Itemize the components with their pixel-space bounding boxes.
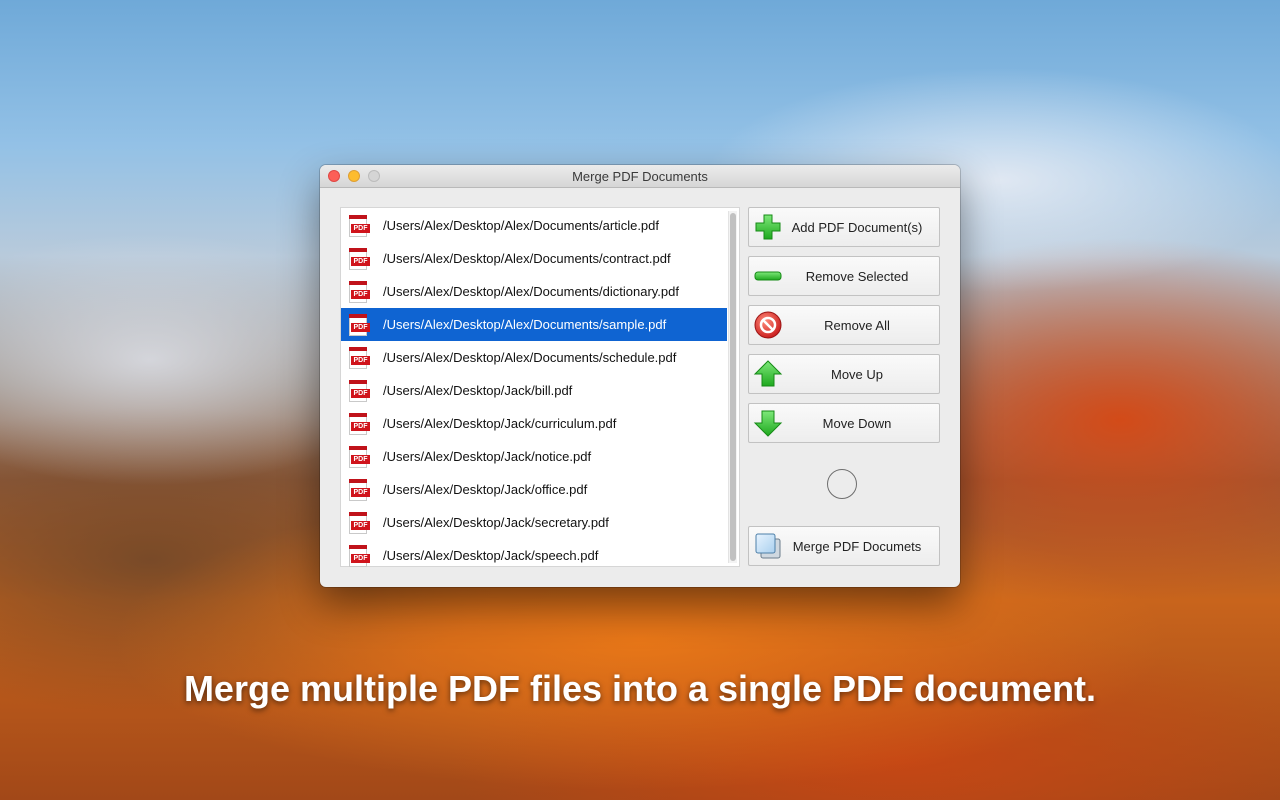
file-path-label: /Users/Alex/Desktop/Jack/speech.pdf: [383, 548, 599, 563]
promo-caption: Merge multiple PDF files into a single P…: [183, 668, 1097, 709]
file-list-row[interactable]: PDF/Users/Alex/Desktop/Jack/curriculum.p…: [341, 407, 727, 440]
file-path-label: /Users/Alex/Desktop/Jack/office.pdf: [383, 482, 588, 497]
file-list-row[interactable]: PDF/Users/Alex/Desktop/Jack/bill.pdf: [341, 374, 727, 407]
pdf-file-icon: PDF: [347, 214, 371, 238]
file-list-row[interactable]: PDF/Users/Alex/Desktop/Alex/Documents/ar…: [341, 209, 727, 242]
remove-selected-label: Remove Selected: [805, 268, 909, 284]
file-path-label: /Users/Alex/Desktop/Jack/curriculum.pdf: [383, 416, 617, 431]
file-list-row[interactable]: PDF/Users/Alex/Desktop/Alex/Documents/di…: [341, 275, 727, 308]
file-path-label: /Users/Alex/Desktop/Alex/Documents/contr…: [383, 251, 671, 266]
pdf-file-icon: PDF: [347, 247, 371, 271]
file-path-label: /Users/Alex/Desktop/Alex/Documents/sampl…: [383, 317, 667, 332]
file-list-row[interactable]: PDF/Users/Alex/Desktop/Alex/Documents/sa…: [341, 308, 727, 341]
scrollbar-thumb[interactable]: [730, 213, 736, 561]
move-up-label: Move Up: [830, 366, 884, 382]
move-up-button[interactable]: Move Up: [748, 354, 940, 394]
merge-pdf-window: Merge PDF Documents PDF/Users/Alex/Deskt…: [320, 165, 960, 587]
green-up-arrow-icon: [753, 359, 783, 389]
green-minus-icon: [753, 261, 783, 291]
file-path-label: /Users/Alex/Desktop/Jack/secretary.pdf: [383, 515, 609, 530]
title-bar[interactable]: Merge PDF Documents: [320, 165, 960, 188]
pdf-file-icon: PDF: [347, 478, 371, 502]
file-path-label: /Users/Alex/Desktop/Jack/bill.pdf: [383, 383, 573, 398]
pdf-file-icon: PDF: [347, 346, 371, 370]
file-path-label: /Users/Alex/Desktop/Alex/Documents/artic…: [383, 218, 659, 233]
pdf-file-icon: PDF: [347, 379, 371, 403]
pdf-file-icon: PDF: [347, 445, 371, 469]
move-down-label: Move Down: [822, 415, 892, 431]
merge-pdf-documents-label: Merge PDF Documets: [792, 538, 922, 554]
green-plus-icon: [753, 212, 783, 242]
file-path-label: /Users/Alex/Desktop/Alex/Documents/dicti…: [383, 284, 679, 299]
file-path-label: /Users/Alex/Desktop/Jack/notice.pdf: [383, 449, 592, 464]
merge-pdf-documents-button[interactable]: Merge PDF Documets: [748, 526, 940, 566]
progress-spinner: [827, 469, 857, 499]
stacked-documents-icon: [753, 531, 783, 561]
pdf-file-icon: PDF: [347, 544, 371, 568]
pdf-file-icon: PDF: [347, 511, 371, 535]
pdf-file-icon: PDF: [347, 412, 371, 436]
move-down-button[interactable]: Move Down: [748, 403, 940, 443]
file-list-row[interactable]: PDF/Users/Alex/Desktop/Jack/secretary.pd…: [341, 506, 727, 539]
file-list-row[interactable]: PDF/Users/Alex/Desktop/Alex/Documents/co…: [341, 242, 727, 275]
file-list-row[interactable]: PDF/Users/Alex/Desktop/Jack/notice.pdf: [341, 440, 727, 473]
file-list-row[interactable]: PDF/Users/Alex/Desktop/Jack/speech.pdf: [341, 539, 727, 572]
red-prohibited-icon: [753, 310, 783, 340]
pdf-file-icon: PDF: [347, 313, 371, 337]
file-list-row[interactable]: PDF/Users/Alex/Desktop/Jack/office.pdf: [341, 473, 727, 506]
file-list-rows: PDF/Users/Alex/Desktop/Alex/Documents/ar…: [341, 209, 727, 572]
file-list-row[interactable]: PDF/Users/Alex/Desktop/Alex/Documents/sc…: [341, 341, 727, 374]
file-path-label: /Users/Alex/Desktop/Alex/Documents/sched…: [383, 350, 677, 365]
remove-selected-button[interactable]: Remove Selected: [748, 256, 940, 296]
remove-all-button[interactable]: Remove All: [748, 305, 940, 345]
window-title: Merge PDF Documents: [572, 169, 708, 184]
file-list[interactable]: PDF/Users/Alex/Desktop/Alex/Documents/ar…: [340, 207, 740, 567]
add-pdf-documents-label: Add PDF Document(s): [791, 219, 923, 235]
pdf-file-icon: PDF: [347, 280, 371, 304]
remove-all-label: Remove All: [824, 317, 890, 333]
green-down-arrow-icon: [753, 408, 783, 438]
add-pdf-documents-button[interactable]: Add PDF Document(s): [748, 207, 940, 247]
file-list-scrollbar[interactable]: [728, 211, 737, 563]
